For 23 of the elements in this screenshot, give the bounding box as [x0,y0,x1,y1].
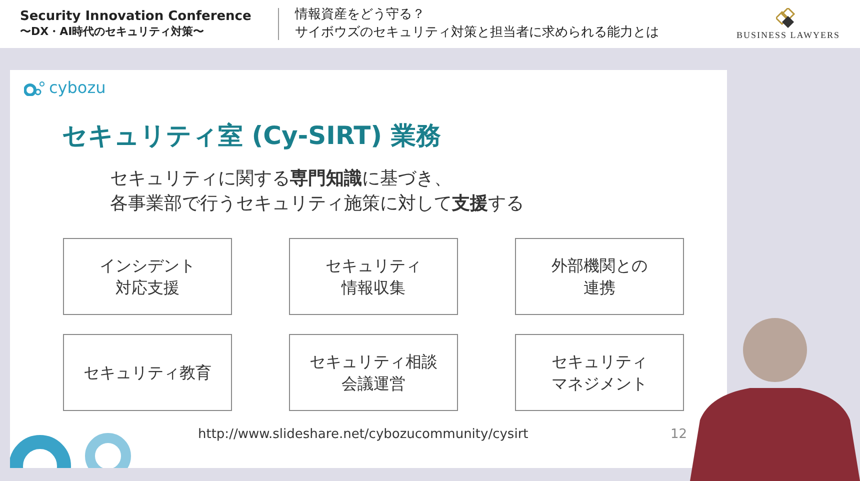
task-label: 連携 [584,276,616,298]
task-label: インシデント [100,254,196,276]
task-label: マネジメント [552,372,648,394]
task-label: セキュリティ [326,254,422,276]
brand-name: BUSINESS LAWYERS [736,30,840,40]
slide-subtitle: セキュリティに関する専門知識に基づき、 [110,167,453,191]
slide-subtitle: 各事業部で行うセキュリティ施策に対して支援する [110,192,525,216]
task-label: 外部機関との [552,254,648,276]
task-label: 情報収集 [342,276,406,298]
session-title: 情報資産をどう守る？ [295,6,426,24]
slide-title: セキュリティ室 (Cy-SIRT) 業務 [62,120,442,152]
source-url: http://www.slideshare.net/cybozucommunity/cysirt [198,427,528,442]
logo-text: cybozu [49,78,106,97]
event-subtitle: 〜DX・AI時代のセキュリティ対策〜 [20,24,206,39]
page-number: 12 [670,427,687,442]
task-label: セキュリティ [552,350,648,372]
session-title: サイボウズのセキュリティ対策と担当者に求められる能力とは [295,24,660,42]
circles-logo-icon [24,80,46,96]
task-label: セキュリティ教育 [84,362,212,384]
task-label: 会議運営 [342,372,406,394]
task-label: セキュリティ相談 [310,350,438,372]
task-label: 対応支援 [116,276,180,298]
event-title: Security Innovation Conference [20,9,252,24]
